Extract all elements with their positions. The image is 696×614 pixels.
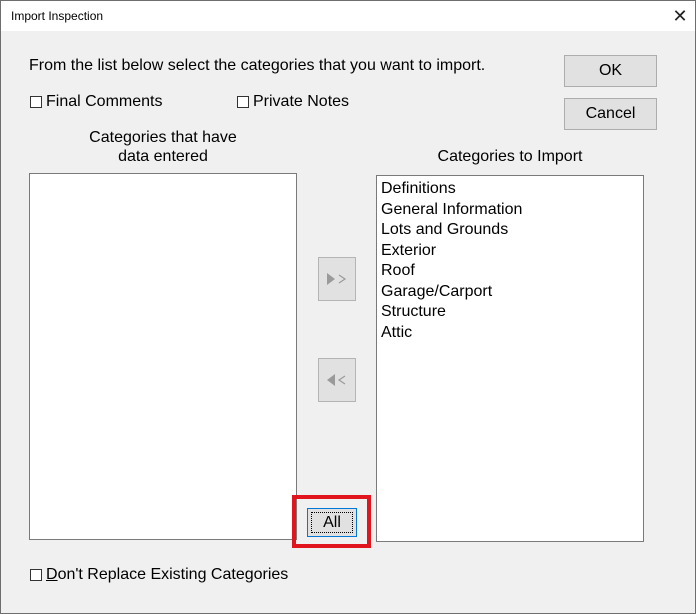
add-to-import-button[interactable]	[318, 257, 356, 301]
close-icon[interactable]: ✕	[665, 1, 695, 31]
checkbox-box[interactable]	[30, 569, 42, 581]
arrow-left-icon	[324, 372, 350, 388]
mnemonic-letter: D	[46, 566, 58, 583]
private-notes-checkbox[interactable]: Private Notes	[237, 93, 349, 111]
categories-to-import-list[interactable]: Definitions General Information Lots and G…	[376, 175, 644, 542]
final-comments-label: Final Comments	[46, 93, 163, 110]
list-item[interactable]: Garage/Carport	[381, 282, 643, 303]
list-item[interactable]: Exterior	[381, 241, 643, 262]
focus-rectangle	[311, 512, 353, 533]
remove-from-import-button[interactable]	[318, 358, 356, 402]
private-notes-label: Private Notes	[253, 93, 350, 110]
right-list-items: Definitions General Information Lots and G…	[377, 176, 643, 343]
arrow-right-icon	[324, 271, 350, 287]
import-inspection-dialog: Import Inspection ✕ From the list below …	[0, 0, 696, 614]
list-item[interactable]: General Information	[381, 200, 643, 221]
categories-with-data-list[interactable]	[29, 173, 297, 540]
right-list-header: Categories to Import	[437, 148, 583, 165]
left-list-items	[30, 174, 296, 177]
final-comments-checkbox[interactable]: Final Comments	[30, 93, 162, 111]
title-bar: Import Inspection ✕	[1, 1, 695, 31]
left-list-header-line2: data entered	[118, 148, 208, 165]
dont-replace-label-rest: on't Replace Existing Categories	[57, 566, 289, 583]
list-item[interactable]: Lots and Grounds	[381, 220, 643, 241]
all-button[interactable]: All	[307, 508, 357, 537]
cancel-button[interactable]: Cancel	[564, 98, 657, 130]
left-list-header-line1: Categories that have	[89, 129, 237, 146]
window-title: Import Inspection	[11, 9, 104, 23]
dont-replace-label: Don't Replace Existing Categories	[46, 566, 288, 584]
ok-button[interactable]: OK	[564, 55, 657, 87]
instruction-text: From the list below select the categorie…	[29, 57, 486, 74]
list-item[interactable]: Roof	[381, 261, 643, 282]
list-item[interactable]: Attic	[381, 323, 643, 344]
checkbox-box[interactable]	[30, 96, 42, 108]
list-item[interactable]: Definitions	[381, 179, 643, 200]
left-list-header: Categories that have data entered	[29, 128, 297, 166]
list-item[interactable]: Structure	[381, 302, 643, 323]
checkbox-box[interactable]	[237, 96, 249, 108]
dont-replace-existing-checkbox[interactable]: Don't Replace Existing Categories	[30, 566, 288, 584]
